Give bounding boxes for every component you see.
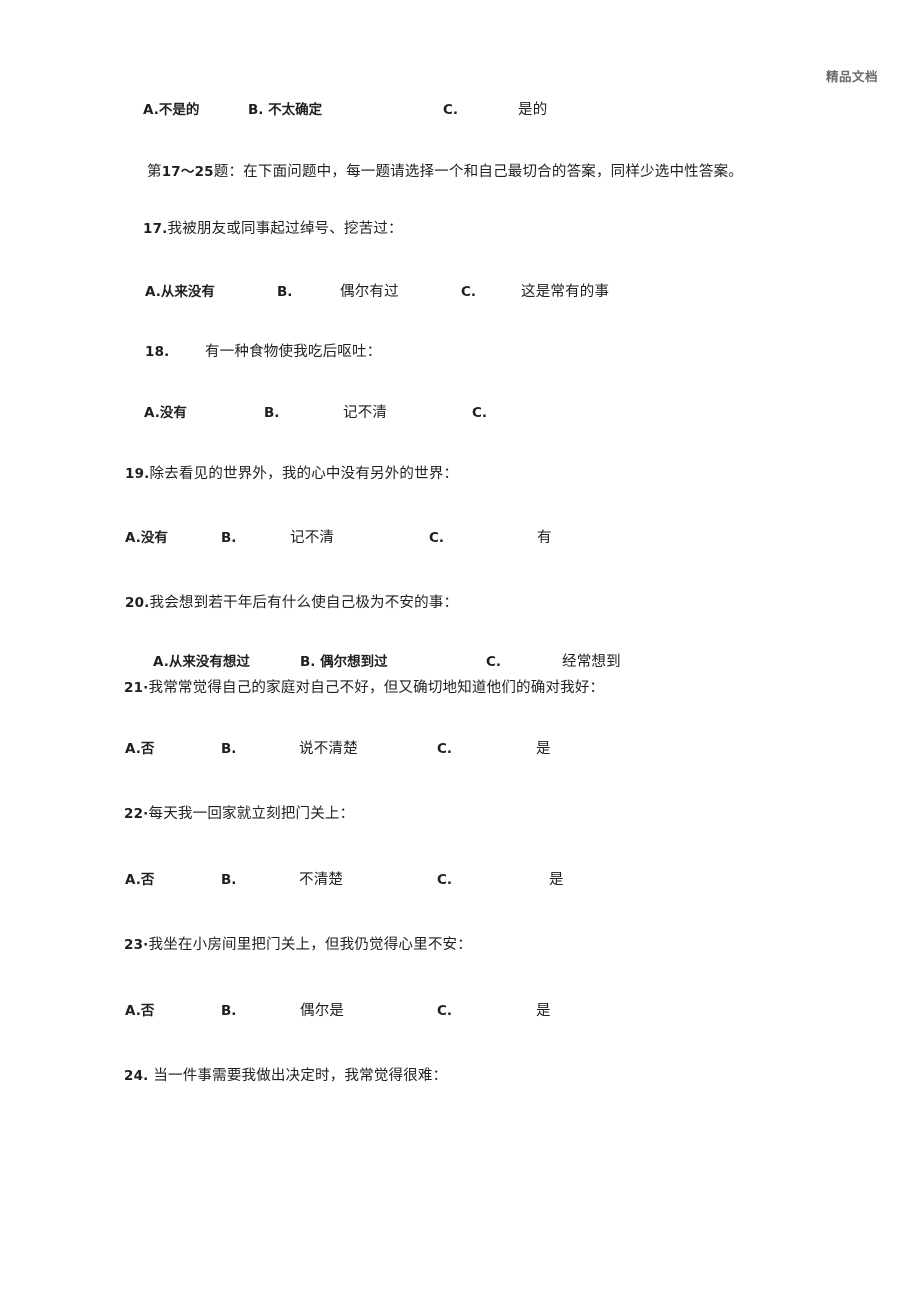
prev-option-a: A.不是的 [143,100,199,120]
question-19-stem-line: 19.除去看见的世界外，我的心中没有另外的世界： [125,464,458,484]
document-page: 精品文档 A.不是的 B. 不太确定 C. 是的 第17～25题：在下面问题中，… [0,0,920,1303]
question-17-option-c-text: 这是常有的事 [521,284,610,300]
question-18-option-b-text: 记不清 [343,405,388,421]
document-header-mark: 精品文档 [825,69,878,84]
question-21-option-c-text: 是 [536,741,551,757]
question-21-number: 21· [124,680,149,696]
question-19-option-a[interactable]: A.没有 [125,528,168,548]
question-19-number: 19. [125,466,150,482]
question-23-option-a[interactable]: A.否 [125,1001,154,1021]
instruction-line: 第17～25题：在下面问题中，每一题请选择一个和自己最切合的答案，同样少选中性答… [147,162,743,182]
instruction-prefix: 第 [147,164,162,180]
question-18-option-b-label[interactable]: B. [264,403,279,423]
question-23-option-c-text: 是 [536,1003,551,1019]
question-22-option-b-label[interactable]: B. [221,870,236,890]
question-17-option-b-label[interactable]: B. [277,282,292,302]
question-23-option-b-label[interactable]: B. [221,1001,236,1021]
instruction-text: 题：在下面问题中，每一题请选择一个和自己最切合的答案，同样少选中性答案。 [213,164,743,180]
question-22-option-c-text: 是 [549,872,564,888]
question-20-stem: 我会想到若干年后有什么使自己极为不安的事： [149,595,459,611]
question-24-stem: 当一件事需要我做出决定时，我常觉得很难： [148,1068,448,1084]
question-19-option-c-label[interactable]: C. [429,528,444,548]
question-17-option-b-text: 偶尔有过 [340,284,399,300]
question-20-option-c-text: 经常想到 [562,654,621,670]
question-20-stem-line: 20.我会想到若干年后有什么使自己极为不安的事： [125,593,458,613]
question-21-option-c-label[interactable]: C. [437,739,452,759]
question-23-stem: 我坐在小房间里把门关上，但我仍觉得心里不安： [148,937,472,953]
question-21-option-b-text: 说不清楚 [299,741,358,757]
instruction-range: 17～25 [161,164,214,180]
question-17-option-c-label[interactable]: C. [461,282,476,302]
question-20-option-a[interactable]: A.从来没有想过 [153,652,250,672]
prev-option-a-label: A.不是的 [143,102,200,118]
question-23-stem-line: 23·我坐在小房间里把门关上，但我仍觉得心里不安： [124,935,472,955]
question-22-option-a[interactable]: A.否 [125,870,154,890]
question-19-option-c-text: 有 [537,530,552,546]
question-17-option-a[interactable]: A.从来没有 [145,282,215,302]
question-22-stem: 每天我一回家就立刻把门关上： [148,806,355,822]
prev-option-c-label: C. [443,102,459,118]
question-24-stem-line: 24. 当一件事需要我做出决定时，我常觉得很难： [124,1066,447,1086]
question-17-stem: 我被朋友或同事起过绰号、挖苦过： [167,221,403,237]
prev-option-b: B. 不太确定 [248,100,322,120]
question-18-stem: 有一种食物使我吃后呕吐： [205,344,382,360]
question-22-option-b-text: 不清楚 [299,872,344,888]
question-17-stem-line: 17.我被朋友或同事起过绰号、挖苦过： [143,219,403,239]
question-21-stem-line: 21·我常常觉得自己的家庭对自己不好，但又确切地知道他们的确对我好： [124,678,604,698]
question-22-number: 22· [124,806,149,822]
prev-option-b-label: B. 不太确定 [248,102,323,118]
question-21-option-a[interactable]: A.否 [125,739,154,759]
question-18-option-c-label[interactable]: C. [472,403,487,423]
question-19-stem: 除去看见的世界外，我的心中没有另外的世界： [149,466,459,482]
question-22-stem-line: 22·每天我一回家就立刻把门关上： [124,804,354,824]
question-18-number: 18. [145,344,170,360]
question-19-option-b-text: 记不清 [290,530,335,546]
question-23-option-b-text: 偶尔是 [300,1003,345,1019]
question-20-option-c-label[interactable]: C. [486,652,501,672]
question-23-option-c-label[interactable]: C. [437,1001,452,1021]
question-21-stem: 我常常觉得自己的家庭对自己不好，但又确切地知道他们的确对我好： [148,680,605,696]
question-20-number: 20. [125,595,150,611]
question-17-number: 17. [143,221,168,237]
question-20-option-b[interactable]: B. 偶尔想到过 [300,652,388,672]
question-24-number: 24. [124,1068,149,1084]
question-18-option-a[interactable]: A.没有 [144,403,187,423]
prev-option-c-text: 是的 [518,102,548,118]
question-19-option-b-label[interactable]: B. [221,528,236,548]
question-21-option-b-label[interactable]: B. [221,739,236,759]
question-23-number: 23· [124,937,149,953]
question-22-option-c-label[interactable]: C. [437,870,452,890]
